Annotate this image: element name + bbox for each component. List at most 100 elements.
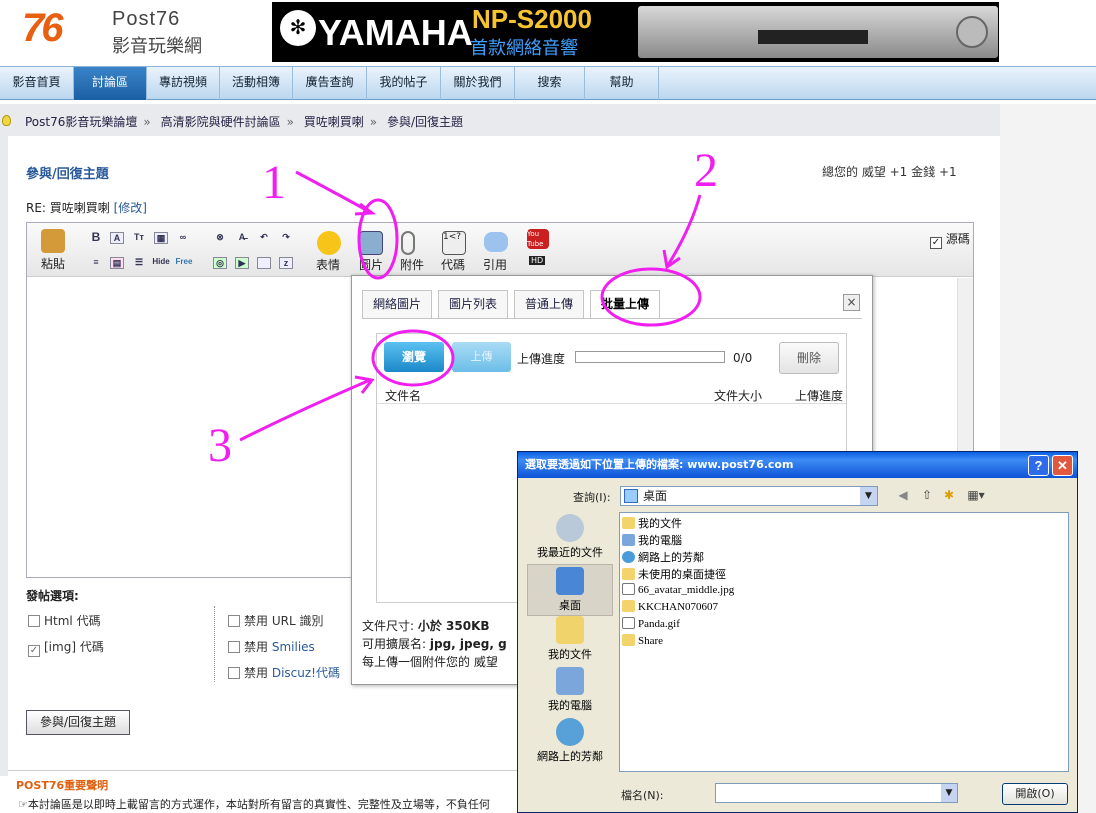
nav-item-help[interactable]: 幫助 [585, 67, 659, 100]
unlink-icon[interactable]: ⊗ [213, 232, 227, 244]
file-item[interactable]: Panda.gif [622, 617, 680, 630]
banner-model: NP-S2000 [472, 4, 592, 34]
source-checkbox-icon[interactable]: ✓ [930, 237, 942, 249]
image-button[interactable]: 圖片 [359, 256, 383, 273]
clear-format-icon[interactable]: A̶ [235, 232, 249, 244]
up-folder-icon[interactable]: ⇧ [918, 488, 936, 504]
my-documents-icon [556, 616, 584, 644]
close-icon[interactable]: × [843, 294, 860, 311]
place-my-documents[interactable]: 我的文件 [527, 616, 613, 662]
tab-web-image[interactable]: 網絡圖片 [362, 290, 433, 318]
hd-button[interactable]: HD [529, 256, 546, 265]
flash-icon[interactable]: ▶ [235, 257, 249, 269]
html-checkbox[interactable] [28, 615, 40, 627]
filename-input[interactable] [715, 783, 958, 803]
nav-item-interviews[interactable]: 專訪視頻 [147, 67, 220, 100]
font-size-icon[interactable]: Tт [132, 232, 146, 244]
option-disable-url[interactable]: 禁用 URL 識別 [228, 612, 323, 629]
delete-button[interactable]: 刪除 [779, 342, 839, 374]
place-recent[interactable]: 我最近的文件 [527, 514, 613, 560]
file-item[interactable]: 66_avatar_middle.jpg [622, 583, 734, 596]
tab-image-list[interactable]: 圖片列表 [438, 290, 509, 318]
open-button[interactable]: 開啟(O) [1002, 783, 1068, 805]
submit-reply-button[interactable]: 參與/回復主題 [26, 710, 130, 735]
site-logo-brand[interactable]: Post76 [112, 8, 180, 31]
code-icon: 1<? [442, 231, 466, 255]
place-desktop[interactable]: 桌面 [527, 564, 613, 616]
page-icon[interactable] [257, 257, 271, 269]
option-html[interactable]: Html 代碼 [28, 612, 101, 629]
place-my-computer[interactable]: 我的電腦 [527, 667, 613, 713]
nav-item-ads[interactable]: 廣告查詢 [293, 67, 367, 100]
disable-discuz-checkbox[interactable] [228, 667, 240, 679]
file-item[interactable]: 我的電腦 [622, 532, 682, 548]
disable-smilies-checkbox[interactable] [228, 641, 240, 653]
quote-button[interactable]: 引用 [483, 256, 507, 273]
undo-icon[interactable]: ↶ [257, 232, 271, 244]
link-icon[interactable]: ∞ [176, 232, 190, 244]
tab-normal-upload[interactable]: 普通上傳 [514, 290, 585, 318]
nav-item-albums[interactable]: 活動相簿 [220, 67, 293, 100]
file-item[interactable]: 網路上的芳鄰 [622, 549, 704, 565]
tab-batch-upload[interactable]: 批量上傳 [590, 290, 661, 318]
file-item[interactable]: 我的文件 [622, 515, 682, 531]
bold-icon[interactable]: B [89, 231, 103, 244]
nav-item-home[interactable]: 影音首頁 [0, 67, 74, 100]
nav-item-about[interactable]: 關於我們 [441, 67, 515, 100]
new-folder-icon[interactable]: ✱ [940, 488, 958, 504]
image-file-icon [622, 617, 635, 629]
align-left-icon[interactable]: ≡ [89, 257, 103, 269]
help-icon[interactable]: ? [1028, 455, 1049, 476]
emoticon-button[interactable]: 表情 [316, 256, 340, 273]
edit-subject-link[interactable]: [修改] [114, 201, 147, 215]
redo-icon[interactable]: ↷ [279, 232, 293, 244]
table-icon[interactable]: ▦ [154, 232, 168, 244]
nav-item-forum[interactable]: 討論區 [74, 67, 147, 100]
format-icon[interactable]: ▤ [110, 257, 124, 269]
attach-button[interactable]: 附件 [400, 256, 424, 273]
nav-item-search[interactable]: 搜索 [515, 67, 585, 100]
option-disable-discuz[interactable]: 禁用 Discuz!代碼 [228, 664, 340, 681]
site-logo-subtitle: 影音玩樂網 [112, 36, 202, 57]
font-color-icon[interactable]: A [110, 232, 124, 244]
banner-tagline: 首款網絡音響 [470, 38, 578, 59]
option-discuz-label: Discuz!代碼 [271, 666, 340, 680]
breadcrumb-current: 參與/回復主題 [386, 115, 463, 129]
breadcrumb-thread[interactable]: 買咗喇買喇 [304, 115, 364, 129]
file-name: Panda.gif [638, 618, 680, 630]
hide-icon[interactable]: Hide [151, 257, 171, 269]
option-img-label: [img] 代碼 [44, 640, 104, 654]
disable-url-checkbox[interactable] [228, 615, 240, 627]
source-mode-toggle[interactable]: ✓ 源碼 [930, 230, 970, 249]
zip-icon[interactable]: z [279, 257, 293, 269]
paste-button[interactable]: 粘貼 [41, 255, 65, 272]
view-menu-icon[interactable]: ▦▾ [964, 488, 988, 504]
list-icon[interactable]: ☰ [132, 257, 146, 269]
insert-media-icon[interactable]: ◎ [213, 257, 227, 269]
code-button[interactable]: 代碼 [441, 256, 465, 273]
img-checkbox[interactable]: ✓ [28, 645, 40, 657]
free-icon[interactable]: Free [174, 257, 194, 269]
file-item[interactable]: KKCHAN070607 [622, 600, 718, 613]
place-network[interactable]: 網路上的芳鄰 [527, 718, 613, 764]
file-item[interactable]: Share [622, 634, 663, 647]
filename-dropdown-icon[interactable]: ▼ [941, 784, 957, 802]
left-gutter [0, 136, 8, 776]
option-img[interactable]: ✓ [img] 代碼 [28, 638, 104, 657]
back-icon[interactable]: ◀ [894, 488, 912, 504]
nav-item-my-posts[interactable]: 我的帖子 [367, 67, 441, 100]
browse-button[interactable]: 瀏覽 [384, 342, 444, 372]
yamaha-ad-banner[interactable]: ✻ YAMAHA NP-S2000 首款網絡音響 [272, 2, 999, 62]
upload-button[interactable]: 上傳 [452, 342, 511, 372]
youtube-icon[interactable]: You Tube [527, 229, 549, 249]
tab-underline [362, 318, 862, 319]
option-discuz-prefix: 禁用 [244, 666, 269, 680]
window-close-icon[interactable]: ✕ [1052, 455, 1073, 476]
look-in-select[interactable]: 桌面 ▼ [620, 486, 878, 506]
option-disable-smilies[interactable]: 禁用 Smilies [228, 638, 315, 655]
breadcrumb-category[interactable]: 高清影院與硬件討論區 [161, 115, 281, 129]
chevron-down-icon[interactable]: ▼ [860, 487, 877, 505]
file-item[interactable]: 未使用的桌面捷徑 [622, 566, 726, 582]
breadcrumb-forum-home[interactable]: Post76影音玩樂論壇 [25, 115, 137, 129]
site-logo-number[interactable]: 76 [22, 6, 63, 51]
